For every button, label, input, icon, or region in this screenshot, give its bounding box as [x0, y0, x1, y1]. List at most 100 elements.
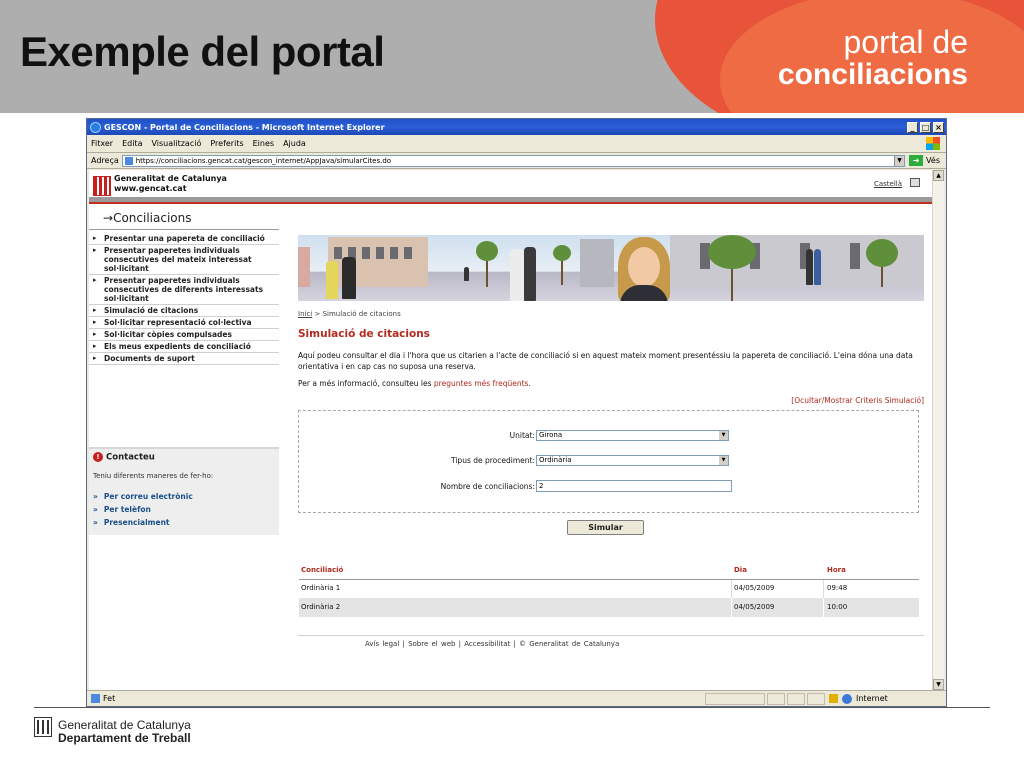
info-icon: ! [93, 452, 103, 462]
faq-link[interactable]: preguntes més freqüents [434, 379, 529, 388]
cell-hora: 10:00 [827, 603, 848, 611]
woman-face [628, 247, 660, 287]
go-button[interactable]: Vés [926, 156, 940, 165]
slide-title: Exemple del portal [20, 28, 385, 75]
building-shape [580, 239, 614, 287]
vertical-scrollbar[interactable]: ▲ ▼ [932, 170, 944, 690]
status-bar: Fet Internet [87, 690, 946, 706]
contact-box: ! Contacteu Teniu diferents maneres de fe… [89, 447, 279, 535]
menu-edita[interactable]: Edita [122, 139, 142, 148]
breadcrumb: Inici > Simulació de citacions [298, 310, 401, 318]
page-icon [124, 156, 133, 165]
contact-subtitle: Teniu diferents maneres de fer-ho: [93, 472, 214, 480]
table-row: Ordinària 2 04/05/2009 10:00 [299, 598, 919, 617]
gencat-url: www.gencat.cat [114, 184, 187, 193]
table-header-row: Conciliació Dia Hora [299, 562, 919, 579]
status-page-icon [91, 694, 100, 703]
window-title: GESCON - Portal de Conciliacions - Micro… [104, 122, 385, 132]
address-input[interactable]: https://conciliacions.gencat.cat/gescon_… [121, 154, 906, 167]
column-divider [823, 579, 824, 598]
menu-preferits[interactable]: Preferits [210, 139, 243, 148]
left-nav: Presentar una papereta de conciliació Pr… [89, 233, 279, 365]
menu-fitxer[interactable]: Fitxer [91, 139, 113, 148]
window-titlebar[interactable]: GESCON - Portal de Conciliacions - Micro… [87, 119, 946, 135]
status-cell [807, 692, 825, 705]
close-button[interactable]: × [933, 121, 944, 133]
chevron-down-icon[interactable]: ▼ [719, 456, 728, 465]
unitat-value: Girona [539, 431, 563, 439]
nav-item-simulacio[interactable]: Simulació de citacions [89, 305, 279, 317]
menu-eines[interactable]: Eines [253, 139, 274, 148]
toggle-criteria-link[interactable]: [Ocultar/Mostrar Criteris Simulació] [791, 396, 924, 405]
print-icon[interactable] [910, 178, 920, 187]
header-conciliacio: Conciliació [301, 566, 344, 574]
hero-banner-image [298, 235, 924, 301]
address-bar: Adreça https://conciliacions.gencat.cat/… [87, 153, 946, 169]
tipus-select[interactable]: Ordinària ▼ [536, 455, 729, 466]
unitat-label: Unitat: [509, 431, 535, 440]
scroll-down-icon[interactable]: ▼ [933, 679, 944, 690]
nav-item-documents[interactable]: Documents de suport [89, 353, 279, 365]
tree-shape [476, 241, 498, 261]
nombre-label: Nombre de conciliacions: [440, 482, 535, 491]
globe-icon [842, 693, 852, 704]
breadcrumb-home-link[interactable]: Inici [298, 310, 312, 318]
contact-inperson-link[interactable]: Presencialment [93, 516, 193, 529]
unitat-select[interactable]: Girona ▼ [536, 430, 729, 441]
nav-item-paperetes-diferents[interactable]: Presentar paperetes individuals consecut… [89, 275, 279, 305]
language-link[interactable]: Castellà [874, 180, 902, 188]
more-info-prefix: Per a més informació, consulteu les [298, 379, 432, 388]
status-cell [787, 692, 805, 705]
contact-phone-link[interactable]: Per telèfon [93, 503, 193, 516]
contact-email-link[interactable]: Per correu electrònic [93, 490, 193, 503]
person-shape [342, 257, 356, 299]
nav-item-representacio[interactable]: Sol·licitar representació col·lectiva [89, 317, 279, 329]
column-divider [823, 598, 824, 617]
menu-visualitzacio[interactable]: Visualització [151, 139, 201, 148]
page-footer-divider [298, 635, 924, 636]
menu-bar: Fitxer Edita Visualització Preferits Ein… [87, 135, 946, 153]
maximize-button[interactable]: □ [920, 121, 931, 133]
nombre-input[interactable]: 2 [536, 480, 732, 492]
scroll-up-icon[interactable]: ▲ [933, 170, 944, 181]
minimize-button[interactable]: _ [907, 121, 918, 133]
status-cell [767, 692, 785, 705]
slide-footer-divider [34, 707, 990, 708]
generalitat-logo-icon [34, 717, 52, 737]
slide-header: Exemple del portal portal de conciliacio… [0, 0, 1024, 113]
cell-dia: 04/05/2009 [734, 584, 775, 592]
tipus-label: Tipus de procediment: [451, 456, 535, 465]
tipus-value: Ordinària [539, 456, 572, 464]
person-shape [464, 267, 469, 281]
column-divider [731, 598, 732, 617]
person-shape [510, 249, 524, 301]
address-dropdown-icon[interactable]: ▼ [894, 155, 905, 166]
cell-dia: 04/05/2009 [734, 603, 775, 611]
tree-shape [553, 245, 571, 261]
browser-window: GESCON - Portal de Conciliacions - Micro… [86, 118, 947, 707]
chevron-down-icon[interactable]: ▼ [719, 431, 728, 440]
page-footer-links[interactable]: Avís legal | Sobre el web | Accessibilit… [365, 640, 619, 648]
simular-button[interactable]: Simular [567, 520, 644, 535]
lock-icon [829, 694, 838, 703]
generalitat-logo-icon [93, 176, 111, 196]
footer-org-name: Generalitat de Catalunya [58, 718, 191, 732]
contact-links: Per correu electrònic Per telèfon Presen… [93, 490, 193, 529]
cell-conciliacio: Ordinària 1 [301, 584, 341, 592]
window-shape [850, 243, 860, 269]
brand-text-line2: conciliacions [777, 58, 968, 91]
go-arrow-icon[interactable]: ➜ [909, 155, 924, 166]
person-shape [814, 249, 821, 285]
nav-item-expedients[interactable]: Els meus expedients de conciliació [89, 341, 279, 353]
person-shape [806, 249, 813, 285]
nav-item-copies[interactable]: Sol·licitar còpies compulsades [89, 329, 279, 341]
menu-ajuda[interactable]: Ajuda [283, 139, 306, 148]
gencat-header[interactable]: Generalitat de Catalunya www.gencat.cat [114, 174, 227, 194]
header-divider [89, 197, 932, 204]
section-divider [89, 229, 279, 230]
window-shape [362, 247, 370, 259]
nav-item-presentar-papereta[interactable]: Presentar una papereta de conciliació [89, 233, 279, 245]
nav-item-paperetes-mateix[interactable]: Presentar paperetes individuals consecut… [89, 245, 279, 275]
footer-department: Departament de Treball [58, 731, 191, 745]
table-header-rule [299, 579, 919, 580]
